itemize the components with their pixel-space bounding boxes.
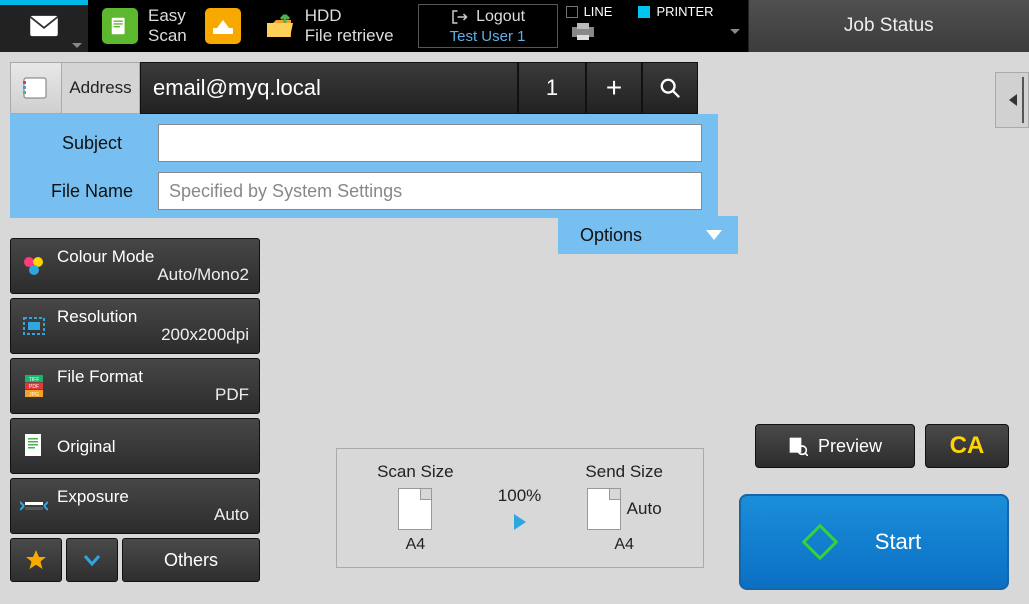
job-status-button[interactable]: Job Status xyxy=(748,0,1029,52)
triangle-down-icon xyxy=(706,230,722,240)
search-icon xyxy=(659,77,681,99)
side-panel-collapse-button[interactable] xyxy=(995,72,1029,128)
ca-label: CA xyxy=(950,432,985,460)
line-label: LINE xyxy=(584,4,613,19)
hdd-retrieve-button[interactable]: HDD File retrieve xyxy=(251,0,408,52)
setting-file-format[interactable]: TIFFPDFJPG File FormatPDF xyxy=(10,358,260,414)
setting-title: Colour Mode xyxy=(57,248,249,265)
others-label: Others xyxy=(164,550,218,571)
setting-title: Resolution xyxy=(57,308,249,325)
easy-scan-alt-icon[interactable] xyxy=(205,8,241,44)
printer-led-icon xyxy=(638,6,650,18)
resolution-icon xyxy=(19,311,49,341)
address-bar: Address email@myq.local 1 + xyxy=(10,62,998,114)
current-user: Test User 1 xyxy=(450,28,526,45)
send-size-value: A4 xyxy=(614,536,634,554)
setting-exposure[interactable]: ExposureAuto xyxy=(10,478,260,534)
setting-title: File Format xyxy=(57,368,249,385)
logout-button[interactable]: Logout Test User 1 xyxy=(418,4,558,48)
exposure-icon xyxy=(19,491,49,521)
subject-label: Subject xyxy=(26,133,158,154)
options-label: Options xyxy=(580,225,642,246)
original-icon xyxy=(19,431,49,461)
status-dropdown-caret-icon xyxy=(730,29,740,34)
page-icon xyxy=(587,488,621,530)
scan-settings-column: Colour ModeAuto/Mono2 Resolution200x200d… xyxy=(10,238,260,582)
size-panel[interactable]: Scan Size A4 100% Send Size Auto A4 xyxy=(336,448,704,568)
ratio-value: 100% xyxy=(498,486,541,506)
favorite-button[interactable] xyxy=(10,538,62,582)
preview-button[interactable]: Preview xyxy=(755,424,915,468)
options-toggle[interactable]: Options xyxy=(558,216,738,254)
easy-scan-button[interactable]: Easy Scan xyxy=(88,0,201,52)
start-diamond-icon xyxy=(801,524,838,561)
address-field-label: Address xyxy=(62,62,140,114)
setting-title: Exposure xyxy=(57,488,249,505)
folder-arrow-icon xyxy=(265,13,295,39)
search-address-button[interactable] xyxy=(642,62,698,114)
svg-text:TIFF: TIFF xyxy=(29,377,40,383)
file-format-icon: TIFFPDF JPG xyxy=(19,371,49,401)
page-icon xyxy=(398,488,432,530)
printer-label: PRINTER xyxy=(656,4,713,19)
hdd-retrieve-label: HDD File retrieve xyxy=(305,6,394,45)
chevron-down-icon xyxy=(81,549,103,571)
scan-size-label: Scan Size xyxy=(377,462,454,482)
subject-input[interactable] xyxy=(158,124,702,162)
envelope-icon xyxy=(29,15,59,37)
others-button[interactable]: Others xyxy=(122,538,260,582)
setting-value: PDF xyxy=(57,385,249,405)
preview-label: Preview xyxy=(818,436,882,457)
send-size-auto: Auto xyxy=(627,499,662,519)
logout-icon xyxy=(450,8,468,26)
device-status-panel: LINE PRINTER xyxy=(558,0,748,52)
scroll-down-button[interactable] xyxy=(66,538,118,582)
triangle-right-icon xyxy=(514,514,526,530)
scan-size-column: Scan Size A4 xyxy=(377,462,454,554)
setting-value: Auto/Mono2 xyxy=(57,265,249,285)
colour-mode-icon xyxy=(19,251,49,281)
setting-value: 200x200dpi xyxy=(57,325,249,345)
printer-icon xyxy=(570,21,596,41)
send-size-label: Send Size xyxy=(585,462,663,482)
scan-size-value: A4 xyxy=(406,536,426,554)
size-ratio: 100% xyxy=(498,486,541,530)
easy-scan-label: Easy Scan xyxy=(148,6,187,45)
send-size-column: Send Size Auto A4 xyxy=(585,462,663,554)
triangle-left-icon xyxy=(1005,92,1019,108)
setting-original[interactable]: Original xyxy=(10,418,260,474)
line-led-icon xyxy=(566,6,578,18)
clear-all-button[interactable]: CA xyxy=(925,424,1009,468)
message-fields-panel: Subject File Name Specified by System Se… xyxy=(10,114,718,218)
add-address-button[interactable]: + xyxy=(586,62,642,114)
start-button[interactable]: Start xyxy=(739,494,1009,590)
setting-value: Auto xyxy=(57,505,249,525)
logout-label: Logout xyxy=(476,8,525,26)
easy-scan-icon xyxy=(102,8,138,44)
address-book-button[interactable] xyxy=(10,62,62,114)
start-label: Start xyxy=(875,529,921,555)
dropdown-caret-icon xyxy=(72,43,82,48)
star-icon xyxy=(24,548,48,572)
setting-resolution[interactable]: Resolution200x200dpi xyxy=(10,298,260,354)
svg-text:JPG: JPG xyxy=(29,392,39,398)
job-status-label: Job Status xyxy=(844,15,934,37)
filename-input[interactable]: Specified by System Settings xyxy=(158,172,702,210)
top-bar: Easy Scan HDD File retrieve Logout Test … xyxy=(0,0,1029,52)
setting-title: Original xyxy=(57,438,249,455)
address-book-icon xyxy=(21,75,51,101)
svg-text:PDF: PDF xyxy=(29,384,39,390)
address-input[interactable]: email@myq.local xyxy=(140,62,518,114)
address-count[interactable]: 1 xyxy=(518,62,586,114)
mode-email-tab[interactable] xyxy=(0,0,88,52)
filename-label: File Name xyxy=(26,181,158,202)
preview-icon xyxy=(788,436,808,456)
setting-colour-mode[interactable]: Colour ModeAuto/Mono2 xyxy=(10,238,260,294)
